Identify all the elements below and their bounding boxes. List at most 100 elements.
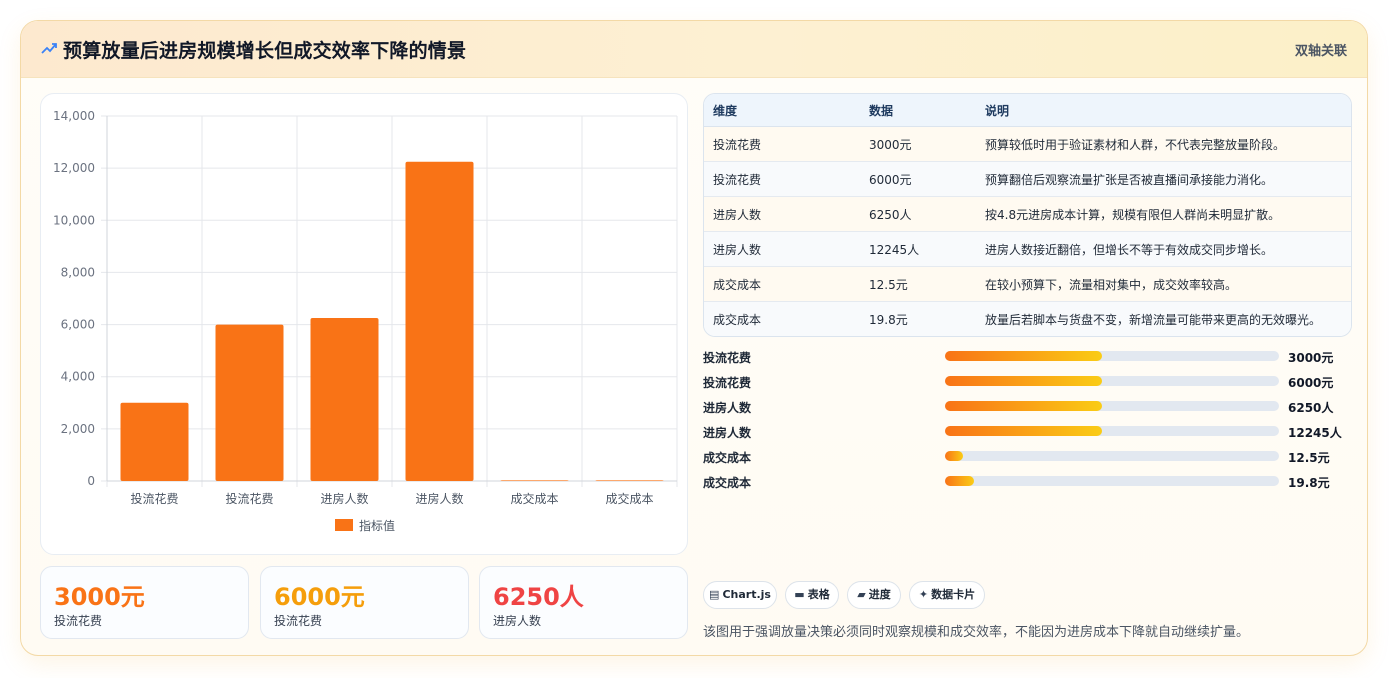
bar [500, 480, 569, 481]
cell-data: 19.8元 [860, 301, 976, 336]
y-tick-label: 6,000 [61, 318, 95, 332]
progress-label: 成交成本 [703, 451, 752, 465]
chip-progress[interactable]: ▰ 进度 [847, 581, 901, 609]
progress-value: 3000元 [1288, 351, 1334, 365]
progress-fill [945, 351, 1102, 361]
progress-row: 进房人数 12245人 [703, 422, 1353, 447]
progress-label: 成交成本 [703, 476, 752, 490]
table-row: 成交成本 19.8元 放量后若脚本与货盘不变，新增流量可能带来更高的无效曝光。 [704, 301, 1351, 336]
y-tick-label: 4,000 [61, 370, 95, 384]
table-row: 进房人数 6250人 按4.8元进房成本计算，规模有限但人群尚未明显扩散。 [704, 196, 1351, 232]
table-icon: ▬ [794, 588, 805, 601]
progress-row: 投流花费 3000元 [703, 347, 1353, 372]
progress-list: 投流花费 3000元 投流花费 6000元 进房人数 6250人 进房人数 12245人 成交成… [703, 347, 1353, 497]
stat-value: 6000元 [274, 583, 365, 611]
scenario-card: 预算放量后进房规模增长但成交效率下降的情景 双轴关联 0 2,000 4,000 6,… [20, 20, 1368, 656]
progress-value: 12245人 [1288, 426, 1342, 440]
table-row: 成交成本 12.5元 在较小预算下，流量相对集中，成交效率较高。 [704, 266, 1351, 302]
progress-value: 6250人 [1288, 401, 1334, 415]
cell-dimension: 进房人数 [704, 231, 860, 267]
cell-data: 12.5元 [860, 266, 976, 302]
legend-label: 指标值 [359, 518, 395, 533]
x-tick-label: 进房人数 [415, 491, 463, 506]
bar [215, 324, 284, 481]
y-tick-label: 14,000 [53, 109, 95, 123]
bar [595, 480, 664, 481]
cell-data: 3000元 [860, 126, 976, 162]
cell-description: 在较小预算下，流量相对集中，成交效率较高。 [976, 266, 1351, 302]
cell-data: 12245人 [860, 231, 976, 267]
chip-chart[interactable]: ▤ Chart.js [703, 581, 777, 609]
cell-dimension: 投流花费 [704, 126, 860, 162]
progress-value: 6000元 [1288, 376, 1334, 390]
progress-fill [945, 426, 1102, 436]
table-row: 进房人数 12245人 进房人数接近翻倍，但增长不等于有效成交同步增长。 [704, 231, 1351, 267]
x-tick-label: 投流花费 [225, 491, 273, 506]
dual-axis-tag: 双轴关联 [1294, 44, 1347, 59]
progress-row: 投流花费 6000元 [703, 372, 1353, 397]
chip-label: 进度 [868, 588, 891, 601]
y-tick-label: 0 [87, 474, 95, 488]
progress-fill [945, 451, 964, 461]
stat-card: 6250人进房人数 [479, 566, 688, 639]
table-row: 投流花费 3000元 预算较低时用于验证素材和人群，不代表完整放量阶段。 [704, 126, 1351, 162]
stat-label: 进房人数 [493, 614, 542, 628]
stat-card: 6000元 投流花费 [260, 566, 469, 639]
chip-label: 数据卡片 [931, 588, 976, 601]
y-tick-label: 8,000 [61, 265, 95, 279]
chip-table[interactable]: ▬ 表格 [785, 581, 839, 609]
bar-chart: 0 2,000 4,000 6,000 8,000 10,000 12,000 14,000 投… [53, 109, 678, 533]
y-tick-label: 10,000 [53, 213, 95, 227]
chip-label: Chart.js [722, 588, 771, 601]
page-title: 预算放量后进房规模增长但成交效率下降的情景 [63, 40, 467, 62]
cell-data: 6250人 [860, 196, 976, 232]
progress-icon: ▰ [857, 588, 866, 601]
cell-description: 预算较低时用于验证素材和人群，不代表完整放量阶段。 [976, 126, 1351, 162]
progress-label: 进房人数 [703, 426, 752, 440]
y-tick-label: 2,000 [61, 422, 95, 436]
bar [405, 161, 474, 481]
table-header-row: 维度 数据 说明 [704, 94, 1351, 127]
progress-row: 成交成本 19.8元 [703, 472, 1353, 497]
cell-description: 预算翻倍后观察流量扩张是否被直播间承接能力消化。 [976, 161, 1351, 197]
sparkle-icon: ✦ [918, 588, 929, 601]
progress-value: 19.8元 [1288, 476, 1330, 490]
progress-label: 投流花费 [703, 376, 752, 390]
progress-track [945, 351, 1279, 361]
progress-fill [945, 476, 975, 486]
chip-label: 表格 [807, 588, 830, 601]
chart-icon: ▤ [709, 588, 720, 601]
legend-swatch [335, 519, 353, 531]
x-tick-label: 成交成本 [510, 491, 558, 506]
cell-dimension: 成交成本 [704, 266, 860, 302]
cell-data: 6000元 [860, 161, 976, 197]
chart-description: 该图用于强调放量决策必须同时观察规模和成交效率，不能因为进房成本下降就自动继续扩… [703, 625, 1250, 640]
progress-fill [945, 401, 1102, 411]
progress-track [945, 476, 1279, 486]
stat-card: 3000元投流花费 [40, 566, 249, 639]
cell-description: 按4.8元进房成本计算，规模有限但人群尚未明显扩散。 [976, 196, 1351, 232]
cell-description: 进房人数接近翻倍，但增长不等于有效成交同步增长。 [976, 231, 1351, 267]
chip-sparkle[interactable]: ✦ 数据卡片 [909, 581, 985, 609]
cell-dimension: 投流花费 [704, 161, 860, 197]
cell-description: 放量后若脚本与货盘不变，新增流量可能带来更高的无效曝光。 [976, 301, 1351, 336]
progress-label: 投流花费 [703, 351, 752, 365]
bar [120, 402, 189, 481]
progress-label: 进房人数 [703, 401, 752, 415]
stat-value: 6250人 [493, 583, 584, 611]
trend-icon [41, 43, 57, 54]
x-tick-label: 进房人数 [320, 491, 368, 506]
card-header: 预算放量后进房规模增长但成交效率下降的情景 双轴关联 [21, 21, 1367, 78]
progress-row: 成交成本 12.5元 [703, 447, 1353, 472]
bar [310, 318, 379, 481]
cell-dimension: 成交成本 [704, 301, 860, 336]
progress-track [945, 401, 1279, 411]
x-tick-label: 成交成本 [605, 491, 653, 506]
stat-label: 投流花费 [54, 614, 103, 628]
progress-track [945, 376, 1279, 386]
progress-row: 进房人数 6250人 [703, 397, 1353, 422]
stat-value: 3000元 [54, 583, 145, 611]
progress-track [945, 451, 1279, 461]
column-header-description: 说明 [976, 94, 1351, 127]
table-row: 投流花费 6000元 预算翻倍后观察流量扩张是否被直播间承接能力消化。 [704, 161, 1351, 197]
